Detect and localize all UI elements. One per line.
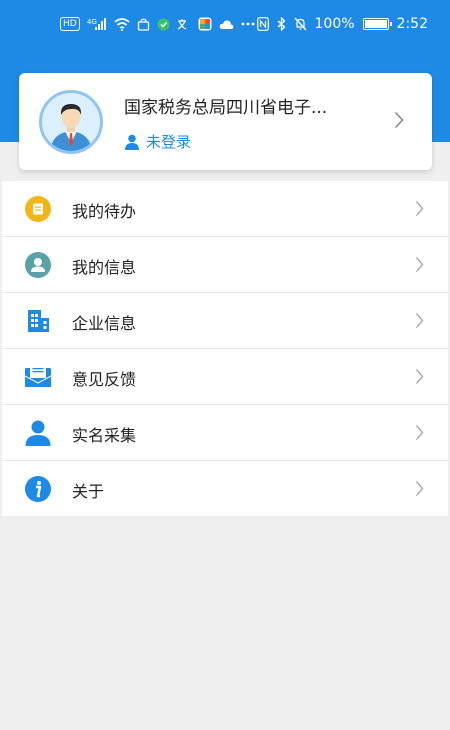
menu-item-label: 意见反馈 (72, 370, 137, 389)
chevron-right-icon (415, 256, 424, 277)
todo-icon (24, 195, 52, 223)
more-dots-icon (241, 16, 255, 32)
mute-bell-icon (294, 16, 307, 32)
chevron-right-icon (415, 480, 424, 501)
gallery-icon (198, 16, 212, 32)
wifi-icon (114, 16, 130, 32)
battery-percent: 100% (314, 16, 355, 32)
chevron-right-icon (394, 111, 404, 133)
clock: 2:52 (396, 16, 428, 32)
org-name: 国家税务总局四川省电子... (124, 98, 328, 118)
chevron-right-icon (415, 312, 424, 333)
menu-item-label: 企业信息 (72, 314, 137, 333)
cloud-icon (219, 16, 234, 32)
menu-item-label: 我的信息 (72, 258, 137, 277)
settings-menu: 我的待办 我的信息 企业信息 意见反馈 实名采集 关于 (2, 181, 448, 516)
hd-badge: HD (60, 17, 80, 31)
signal-icon: 4G (87, 16, 107, 32)
login-status[interactable]: 未登录 (124, 131, 191, 152)
building-icon (24, 307, 52, 335)
menu-item-company-info[interactable]: 企业信息 (2, 293, 448, 349)
menu-item-real-name[interactable]: 实名采集 (2, 405, 448, 461)
status-bar-left: HD 4G (60, 16, 255, 32)
menu-item-about[interactable]: 关于 (2, 461, 448, 516)
chevron-right-icon (415, 368, 424, 389)
info-icon (24, 475, 52, 503)
menu-item-label: 实名采集 (72, 426, 137, 445)
menu-item-label: 关于 (72, 482, 105, 501)
menu-item-label: 我的待办 (72, 202, 137, 221)
login-status-label: 未登录 (146, 133, 192, 151)
status-bar-right: 100% 2:52 (256, 16, 428, 32)
chevron-right-icon (415, 200, 424, 221)
user-icon (125, 134, 139, 150)
mail-icon (24, 363, 52, 391)
nfc-icon (256, 16, 269, 32)
user-avatar-icon (39, 90, 103, 154)
menu-item-my-info[interactable]: 我的信息 (2, 237, 448, 293)
signal-label: 4G (87, 18, 97, 26)
person-circle-icon (24, 251, 52, 279)
bag-icon (137, 16, 150, 32)
app-notification-icon (157, 16, 170, 32)
status-bar: HD 4G 100% 2:52 (0, 0, 450, 50)
menu-item-todo[interactable]: 我的待办 (2, 181, 448, 237)
translate-icon (177, 16, 191, 32)
profile-card[interactable]: 国家税务总局四川省电子... 未登录 (19, 73, 432, 170)
bluetooth-icon (277, 16, 286, 32)
chevron-right-icon (415, 424, 424, 445)
battery-icon (362, 18, 392, 30)
person-icon (24, 419, 52, 447)
battery-fill (364, 20, 387, 28)
menu-item-feedback[interactable]: 意见反馈 (2, 349, 448, 405)
